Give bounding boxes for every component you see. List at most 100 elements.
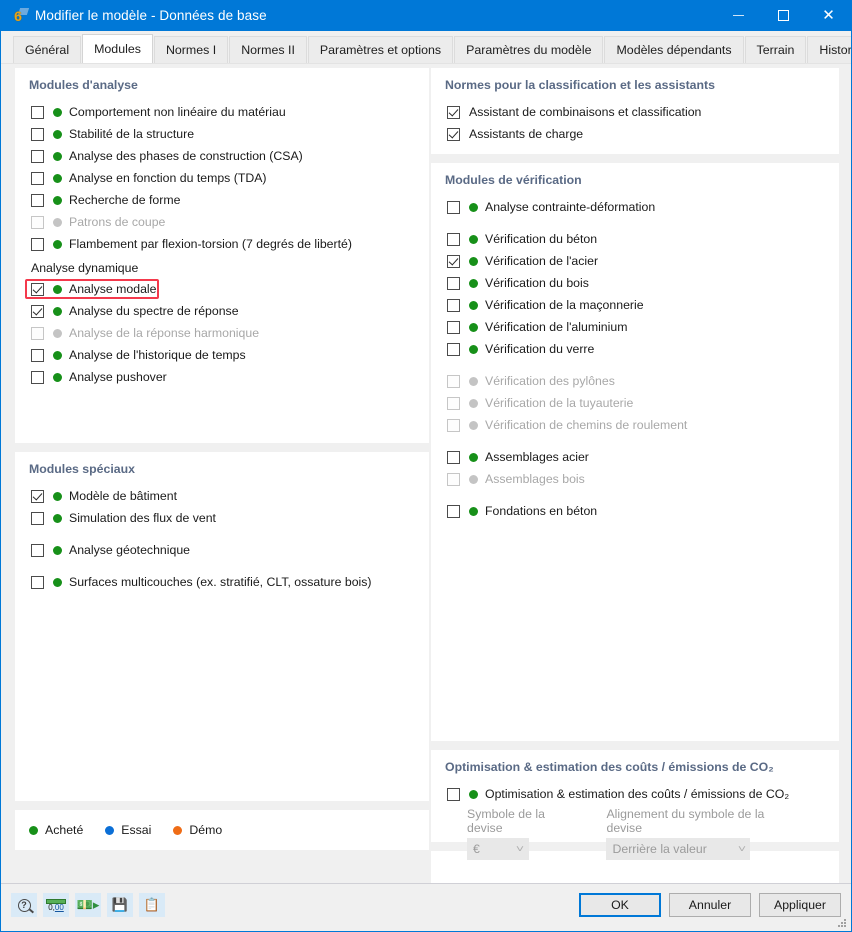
module-checkbox[interactable] [447, 450, 460, 464]
close-button[interactable]: ✕ [806, 0, 851, 31]
module-row[interactable]: Analyse des phases de construction (CSA) [29, 145, 415, 167]
module-row[interactable]: Stabilité de la structure [29, 123, 415, 145]
tab-label: Modules [94, 42, 141, 56]
module-row[interactable]: Assistants de charge [445, 123, 825, 145]
module-row[interactable]: Assemblages acier [445, 446, 825, 468]
currency-symbol-select[interactable]: € ˅ [467, 838, 529, 860]
module-row[interactable]: Recherche de forme [29, 189, 415, 211]
group-title-special-modules: Modules spéciaux [29, 462, 135, 476]
chevron-down-icon: ˅ [737, 843, 746, 855]
legend-label: Acheté [45, 823, 84, 837]
module-checkbox[interactable] [447, 200, 460, 214]
currency-fields: Symbole de la devise € ˅ Alignement du s… [445, 807, 825, 860]
module-checkbox[interactable] [447, 342, 460, 356]
license-legend: Acheté Essai Démo [29, 819, 415, 841]
module-label: Vérification du béton [485, 232, 598, 246]
module-label: Comportement non linéaire du matériau [69, 105, 286, 119]
units-icon[interactable]: 0,00 [43, 893, 69, 917]
license-status-dot [469, 420, 478, 430]
currency-symbol-label: Symbole de la devise [467, 807, 545, 835]
module-checkbox[interactable] [447, 298, 460, 312]
module-checkbox[interactable] [447, 105, 460, 119]
module-row[interactable]: Vérification de l'aluminium [445, 316, 825, 338]
resize-grip[interactable] [837, 918, 847, 928]
currency-alignment-select[interactable]: Derrière la valeur ˅ [606, 838, 751, 860]
module-checkbox[interactable] [31, 149, 44, 163]
module-row[interactable]: Analyse de l'historique de temps [29, 344, 415, 366]
tab-terrain[interactable]: Terrain [744, 36, 807, 63]
tab-mod-les-d-pendants[interactable]: Modèles dépendants [604, 36, 744, 63]
license-status-dot [53, 217, 62, 227]
module-row[interactable]: Vérification du béton [445, 228, 825, 250]
module-label: Flambement par flexion-torsion (7 degrés… [69, 237, 352, 251]
module-row[interactable]: Simulation des flux de vent [29, 507, 415, 529]
database-icon[interactable]: 📋 [139, 893, 165, 917]
tab-historique[interactable]: Historique [807, 36, 851, 63]
module-label: Analyse modale [69, 282, 157, 296]
help-icon[interactable]: ? [11, 893, 37, 917]
module-row[interactable]: Flambement par flexion-torsion (7 degrés… [29, 233, 415, 255]
module-checkbox[interactable] [31, 511, 44, 525]
module-row[interactable]: Modèle de bâtiment [29, 485, 415, 507]
module-checkbox[interactable] [447, 276, 460, 290]
module-checkbox[interactable] [447, 254, 460, 268]
module-checkbox[interactable] [31, 193, 44, 207]
annuler-button[interactable]: Annuler [669, 893, 751, 917]
module-checkbox[interactable] [31, 237, 44, 251]
module-row[interactable]: Vérification de l'acier [445, 250, 825, 272]
module-label: Vérification de chemins de roulement [485, 418, 688, 432]
module-label: Vérification des pylônes [485, 374, 615, 388]
license-status-dot [469, 376, 478, 386]
module-checkbox [447, 396, 460, 410]
license-status-dot [469, 344, 478, 354]
minimize-button[interactable] [716, 0, 761, 31]
module-row[interactable]: Analyse contrainte-déformation [445, 196, 825, 218]
module-row[interactable]: Analyse modale [25, 278, 415, 300]
group-classification-standards: Normes pour la classification et les ass… [431, 68, 839, 154]
save-as-icon[interactable]: 💾 [107, 893, 133, 917]
module-checkbox[interactable] [31, 543, 44, 557]
module-row[interactable]: Vérification de la maçonnerie [445, 294, 825, 316]
module-checkbox[interactable] [31, 489, 44, 503]
module-checkbox[interactable] [31, 348, 44, 362]
module-row[interactable]: Comportement non linéaire du matériau [29, 101, 415, 123]
maximize-button[interactable] [761, 0, 806, 31]
module-checkbox[interactable] [31, 575, 44, 589]
module-row[interactable]: Vérification du verre [445, 338, 825, 360]
tab-param-tres-du-mod-le[interactable]: Paramètres du modèle [454, 36, 604, 63]
ok-button[interactable]: OK [579, 893, 661, 917]
tab-g-n-ral[interactable]: Général [13, 36, 82, 63]
left-column: Modules d'analyse Comportement non linéa… [15, 68, 429, 859]
costs-icon[interactable]: 💵▸ [75, 893, 101, 917]
license-status-dot [469, 322, 478, 332]
module-checkbox[interactable] [31, 370, 44, 384]
tab-modules[interactable]: Modules [82, 34, 153, 63]
module-row[interactable]: Assistant de combinaisons et classificat… [445, 101, 825, 123]
module-row[interactable]: Analyse du spectre de réponse [29, 300, 415, 322]
module-row[interactable]: Analyse pushover [29, 366, 415, 388]
optimization-checkbox[interactable] [447, 787, 460, 801]
module-checkbox[interactable] [31, 282, 44, 296]
module-checkbox[interactable] [447, 127, 460, 141]
tab-param-tres-et-options[interactable]: Paramètres et options [307, 36, 454, 63]
special-modules-list: Modèle de bâtiment Simulation des flux de… [29, 485, 415, 593]
optimization-checkbox-row[interactable]: Optimisation & estimation des coûts / ém… [445, 783, 825, 805]
module-checkbox[interactable] [31, 171, 44, 185]
module-checkbox[interactable] [31, 304, 44, 318]
tab-normes-i[interactable]: Normes I [153, 36, 229, 63]
appliquer-button[interactable]: Appliquer [759, 893, 841, 917]
module-checkbox[interactable] [447, 320, 460, 334]
module-row[interactable]: Analyse en fonction du temps (TDA) [29, 167, 415, 189]
license-status-dot [53, 350, 62, 360]
module-checkbox[interactable] [31, 105, 44, 119]
module-row[interactable]: Surfaces multicouches (ex. stratifié, CL… [29, 571, 415, 593]
module-row[interactable]: Fondations en béton [445, 500, 825, 522]
tab-normes-ii[interactable]: Normes II [229, 36, 307, 63]
license-status-dot [469, 452, 478, 462]
module-checkbox[interactable] [31, 127, 44, 141]
module-checkbox[interactable] [447, 232, 460, 246]
module-row[interactable]: Vérification du bois [445, 272, 825, 294]
tab-strip: Général Modules Normes I Normes II Paramètre… [1, 31, 851, 64]
module-checkbox[interactable] [447, 504, 460, 518]
module-row[interactable]: Analyse géotechnique [29, 539, 415, 561]
